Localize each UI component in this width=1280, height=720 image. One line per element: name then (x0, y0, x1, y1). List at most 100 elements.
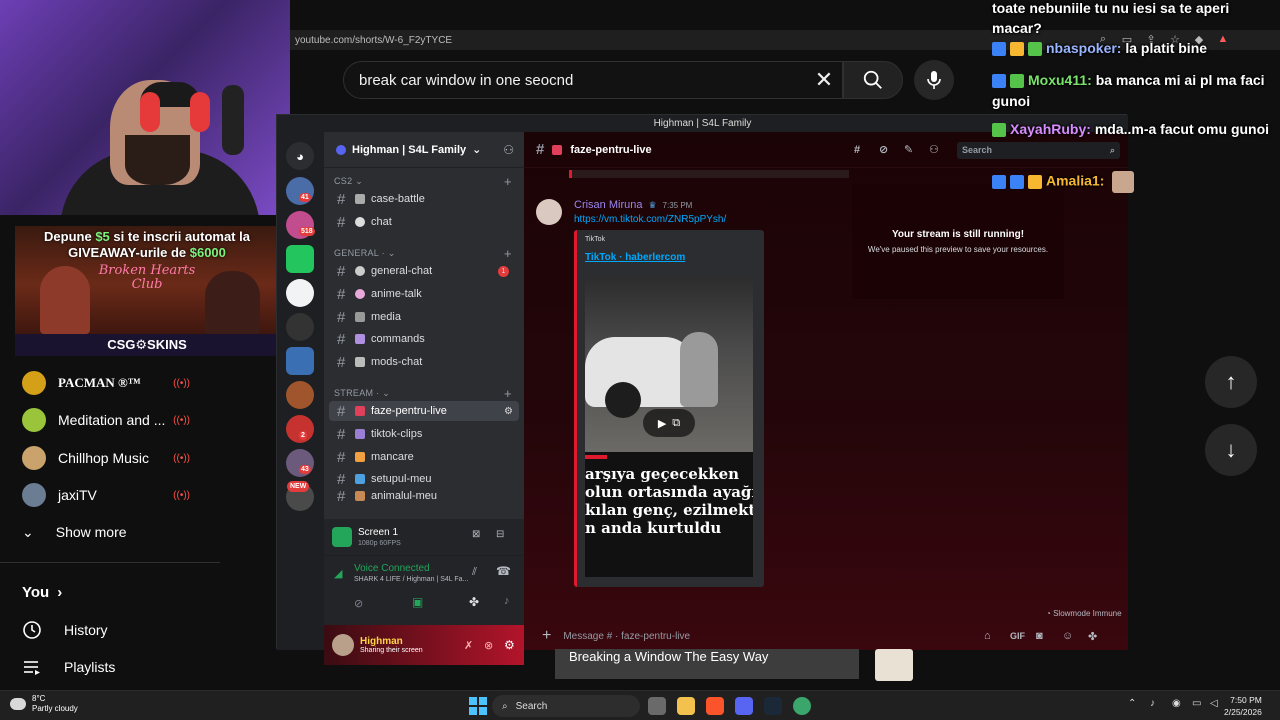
signal-icon: ◢ (334, 568, 343, 580)
start-button[interactable] (469, 697, 487, 715)
subscription-item[interactable]: PACMAN ®™ ((•)) (22, 368, 212, 398)
embed-title[interactable]: TikTok · haberlercom (585, 252, 685, 263)
sponsor-logo: CSG⚙SKINS (15, 334, 279, 356)
badge-icon (1010, 175, 1024, 189)
previous-short-button[interactable]: ↑ (1205, 356, 1257, 408)
search-input[interactable]: Search ⌕ (957, 142, 1120, 159)
username: Highman (360, 636, 403, 647)
noise-suppression-icon[interactable]: ⫽ (472, 566, 477, 579)
pin-icon[interactable]: ✎ (904, 143, 913, 156)
mute-icon[interactable]: ✗ (464, 639, 473, 652)
video-thumbnail[interactable] (875, 649, 913, 681)
discord-home-icon[interactable]: ◕ (286, 142, 314, 170)
message-composer[interactable]: + Message # · faze-pentru-live ⌂ GIF ◙ ☺… (532, 624, 1120, 648)
weather-widget[interactable]: 8°C Partly cloudy (10, 694, 78, 714)
screen-share-icon (332, 527, 352, 547)
settings-gear-icon[interactable]: ⚙ (504, 638, 515, 652)
message-author[interactable]: Crisan Miruna (574, 199, 642, 211)
clear-search-icon[interactable]: ✕ (810, 66, 838, 94)
app-icon[interactable] (793, 697, 811, 715)
channel-general-chat[interactable]: # general-chat 1 (329, 261, 519, 281)
server-icon[interactable] (286, 245, 314, 273)
gift-icon[interactable]: ⌂ (984, 630, 991, 642)
category-stream[interactable]: STREAM · ⌄ + (334, 386, 512, 401)
channel-chat[interactable]: # chat (329, 212, 519, 232)
soundboard-icon[interactable]: ♪ (504, 595, 510, 607)
channel-animalul-meu[interactable]: # animalul-meu (329, 490, 519, 502)
taskbar-search[interactable]: ⌕ Search (492, 695, 640, 717)
clock[interactable]: 7:50 PM 2/25/2026 (1224, 694, 1262, 718)
next-short-button[interactable]: ↓ (1205, 424, 1257, 476)
channel-tiktok-clips[interactable]: # tiktok-clips (329, 424, 519, 444)
server-icon[interactable] (286, 381, 314, 409)
deafen-icon[interactable]: ⊗ (484, 639, 493, 652)
url-text: youtube.com/shorts/W-6_F2yTYCE (295, 34, 453, 46)
embed-video-thumbnail[interactable]: ▶ ⧉ arşıya geçecekken olun ortasında ayağ… (585, 277, 753, 577)
activities-icon[interactable]: ✤ (469, 595, 479, 609)
channel-commands[interactable]: # commands (329, 329, 519, 349)
channel-setupul-meu[interactable]: # setupul-meu (329, 469, 519, 489)
guild-name: Highman | S4L Family (352, 143, 467, 156)
share-screen-icon[interactable]: ▣ (412, 595, 423, 609)
playlists-link[interactable]: Playlists (22, 652, 115, 682)
search-button[interactable] (843, 61, 903, 99)
member-list-icon[interactable]: ⚇ (929, 143, 939, 156)
avatar[interactable] (536, 199, 562, 225)
badge-icon (1028, 175, 1042, 189)
new-badge: NEW (287, 481, 310, 492)
show-more-button[interactable]: ⌄ Show more (22, 517, 127, 547)
brave-browser-icon[interactable] (706, 697, 724, 715)
message-link[interactable]: https://vm.tiktok.com/ZNR5pPYsh/ (574, 214, 726, 225)
attach-plus-icon[interactable]: + (542, 627, 551, 645)
channel-settings-icon[interactable]: ⚙ (504, 406, 513, 417)
task-view-icon[interactable] (648, 697, 666, 715)
guild-header[interactable]: Highman | S4L Family ⌄ ⚇ (324, 132, 524, 168)
volume-icon[interactable]: ♪ (1150, 698, 1155, 709)
speaker-icon[interactable]: ◁ (1210, 698, 1218, 709)
history-label: History (64, 622, 108, 638)
server-icon[interactable] (286, 279, 314, 307)
history-link[interactable]: History (22, 615, 108, 645)
subscription-item[interactable]: Chillhop Music ((•)) (22, 443, 212, 473)
play-button[interactable]: ▶ ⧉ (643, 409, 695, 437)
badge-icon (992, 74, 1006, 89)
popout-icon[interactable]: ⊟ (496, 529, 504, 540)
chat-area: # faze-pentru-live # ⊘ ✎ ⚇ Search ⌕ Crisa… (524, 132, 1128, 650)
camera-off-icon[interactable]: ⊘ (354, 597, 363, 610)
emoji-icon[interactable]: ☺ (1062, 630, 1073, 642)
channel-anime-talk[interactable]: # anime-talk (329, 284, 519, 304)
voice-search-button[interactable] (914, 60, 954, 100)
you-section-link[interactable]: You › (22, 577, 62, 607)
subscription-item[interactable]: Meditation and ... ((•)) (22, 405, 212, 435)
category-general[interactable]: GENERAL · ⌄ + (334, 246, 512, 261)
microphone-icon[interactable]: ◉ (1172, 698, 1181, 709)
disconnect-icon[interactable]: ☎ (496, 564, 511, 578)
subscription-item[interactable]: jaxiTV ((•)) (22, 480, 212, 510)
discord-icon[interactable] (735, 697, 753, 715)
channel-mancare[interactable]: # mancare (329, 447, 519, 467)
channel-case-battle[interactable]: # case-battle (329, 189, 519, 209)
notifications-icon[interactable]: ⊘ (879, 143, 888, 156)
server-icon[interactable] (286, 347, 314, 375)
server-icon[interactable] (286, 313, 314, 341)
apps-icon[interactable]: ✤ (1088, 630, 1097, 643)
youtube-search-input[interactable]: break car window in one seocnd (343, 61, 843, 99)
channel-media[interactable]: # media (329, 307, 519, 327)
microphone-icon (927, 71, 941, 89)
cloud-icon (10, 698, 26, 710)
file-explorer-icon[interactable] (677, 697, 695, 715)
sticker-icon[interactable]: ◙ (1036, 630, 1043, 642)
threads-icon[interactable]: # (854, 144, 860, 156)
category-cs2[interactable]: CS2 ⌄ + (334, 174, 512, 189)
channel-faze-pentru-live[interactable]: # faze-pentru-live ⚙ (329, 401, 519, 421)
chevron-up-icon[interactable]: ⌃ (1128, 698, 1136, 709)
steam-icon[interactable] (764, 697, 782, 715)
channel-mods-chat[interactable]: # mods-chat (329, 352, 519, 372)
network-icon[interactable]: ▭ (1192, 698, 1201, 709)
gift-icon (1028, 42, 1042, 57)
add-friend-icon[interactable]: ⚇ (503, 143, 514, 157)
video-title-strip[interactable]: Breaking a Window The Easy Way (555, 649, 859, 679)
avatar[interactable] (332, 634, 354, 656)
stop-stream-icon[interactable]: ⊠ (472, 529, 480, 540)
gif-icon[interactable]: GIF (1010, 631, 1025, 641)
